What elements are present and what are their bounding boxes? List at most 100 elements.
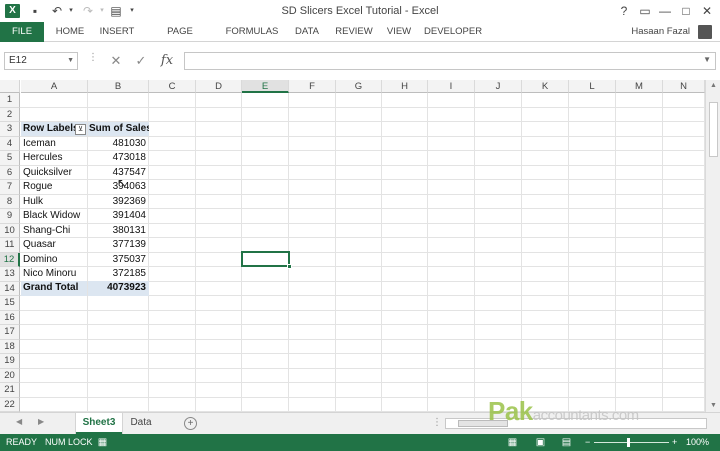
add-sheet-button[interactable]: + — [184, 417, 197, 430]
tab-formulas[interactable]: FORMULAS — [224, 22, 280, 42]
macro-recording-icon[interactable]: ▦ — [97, 437, 108, 448]
row-header-20[interactable]: 20 — [0, 368, 20, 383]
row-header-13[interactable]: 13 — [0, 267, 20, 282]
row-header-19[interactable]: 19 — [0, 354, 20, 369]
select-all-corner[interactable] — [0, 80, 20, 93]
user-name[interactable]: Hasaan Fazal — [631, 22, 690, 42]
split-grip-icon[interactable]: ⋮ — [432, 417, 442, 428]
pivot-grand-total-label[interactable]: Grand Total — [21, 281, 87, 296]
pivot-row-value[interactable]: 377139 — [88, 238, 149, 253]
chevron-down-icon[interactable]: ▼ — [67, 53, 74, 69]
row-header-8[interactable]: 8 — [0, 194, 20, 209]
pivot-filter-icon[interactable]: ⊻ — [75, 123, 86, 135]
maximize-button[interactable]: □ — [678, 3, 694, 19]
column-header-b[interactable]: B — [88, 80, 149, 93]
pivot-row-label[interactable]: Hercules — [21, 151, 87, 166]
row-header-9[interactable]: 9 — [0, 209, 20, 224]
help-button[interactable]: ? — [616, 3, 632, 19]
pivot-grand-total-value[interactable]: 4073923 — [88, 281, 149, 296]
row-header-16[interactable]: 16 — [0, 310, 20, 325]
row-header-5[interactable]: 5 — [0, 151, 20, 166]
tab-review[interactable]: REVIEW — [334, 22, 374, 42]
sheet-tab-sheet3[interactable]: Sheet3 — [76, 413, 122, 434]
vertical-scrollbar[interactable]: ▲ ▼ — [705, 80, 720, 412]
tab-insert[interactable]: INSERT — [97, 22, 137, 42]
row-header-12[interactable]: 12 — [0, 252, 20, 267]
column-header-j[interactable]: J — [475, 80, 522, 93]
pivot-row-label[interactable]: Domino — [21, 253, 87, 268]
row-header-14[interactable]: 14 — [0, 281, 20, 296]
scroll-up-icon[interactable]: ▲ — [706, 80, 720, 92]
column-header-k[interactable]: K — [522, 80, 569, 93]
pivot-row-value[interactable]: 473018 — [88, 151, 149, 166]
column-header-c[interactable]: C — [149, 80, 196, 93]
pivot-row-label[interactable]: Black Widow — [21, 209, 87, 224]
sheet-nav-prev-icon[interactable]: ◀ — [16, 417, 22, 426]
tab-view[interactable]: VIEW — [385, 22, 413, 42]
pivot-row-label[interactable]: Rogue — [21, 180, 87, 195]
pivot-row-label[interactable]: Quicksilver — [21, 166, 87, 181]
name-box[interactable]: E12 ▼ — [4, 52, 78, 70]
zoom-in-button[interactable]: + — [672, 434, 677, 451]
pivot-row-label[interactable]: Quasar — [21, 238, 87, 253]
column-header-l[interactable]: L — [569, 80, 616, 93]
zoom-level[interactable]: 100% — [686, 434, 709, 451]
normal-view-icon[interactable]: ▦ — [507, 437, 518, 448]
row-header-17[interactable]: 17 — [0, 325, 20, 340]
minimize-button[interactable]: — — [657, 3, 673, 19]
row-header-3[interactable]: 3 — [0, 122, 20, 137]
column-header-e[interactable]: E — [242, 80, 289, 93]
row-header-1[interactable]: 1 — [0, 93, 20, 108]
row-header-21[interactable]: 21 — [0, 383, 20, 398]
pivot-row-value[interactable]: 372185 — [88, 267, 149, 282]
formula-input[interactable]: ▼ — [184, 52, 716, 70]
row-header-6[interactable]: 6 — [0, 165, 20, 180]
tab-home[interactable]: HOME — [51, 22, 89, 42]
expand-formula-bar-icon[interactable]: ▼ — [703, 55, 711, 64]
scroll-down-icon[interactable]: ▼ — [706, 400, 720, 412]
pivot-row-value[interactable]: 380131 — [88, 224, 149, 239]
tab-page-layout[interactable]: PAGE LAYOUT — [148, 22, 212, 57]
vertical-scroll-thumb[interactable] — [709, 102, 718, 157]
column-header-n[interactable]: N — [663, 80, 705, 93]
sheet-tab-data[interactable]: Data — [124, 413, 158, 434]
pivot-row-label[interactable]: Hulk — [21, 195, 87, 210]
pivot-header-sum-of-sales[interactable]: Sum of Sales — [88, 121, 149, 136]
pivot-row-label[interactable]: Shang-Chi — [21, 224, 87, 239]
column-header-g[interactable]: G — [336, 80, 382, 93]
insert-function-icon[interactable]: fx — [157, 52, 177, 70]
row-header-15[interactable]: 15 — [0, 296, 20, 311]
close-button[interactable]: ✕ — [699, 3, 715, 19]
avatar[interactable] — [698, 25, 712, 39]
zoom-slider-thumb[interactable] — [627, 438, 630, 447]
column-header-d[interactable]: D — [196, 80, 242, 93]
pivot-row-value[interactable]: 481030 — [88, 137, 149, 152]
confirm-entry-icon[interactable]: ✓ — [131, 52, 151, 70]
tab-data[interactable]: DATA — [291, 22, 323, 42]
row-header-10[interactable]: 10 — [0, 223, 20, 238]
row-header-4[interactable]: 4 — [0, 136, 20, 151]
pivot-row-value[interactable]: 375037 — [88, 253, 149, 268]
zoom-out-button[interactable]: − — [585, 434, 590, 451]
pivot-row-value[interactable]: 391404 — [88, 209, 149, 224]
column-header-f[interactable]: F — [289, 80, 336, 93]
pivot-row-value[interactable]: 392369 — [88, 195, 149, 210]
formula-bar-grip-icon[interactable]: ⋮ — [88, 52, 98, 63]
row-header-2[interactable]: 2 — [0, 107, 20, 122]
page-break-preview-icon[interactable]: ▤ — [561, 437, 572, 448]
zoom-slider[interactable] — [594, 442, 669, 443]
row-header-18[interactable]: 18 — [0, 339, 20, 354]
column-header-m[interactable]: M — [616, 80, 663, 93]
active-cell-selection[interactable] — [241, 251, 292, 269]
column-header-h[interactable]: H — [382, 80, 428, 93]
tab-developer[interactable]: DEVELOPER — [424, 22, 482, 42]
fill-handle[interactable] — [287, 264, 292, 269]
row-header-7[interactable]: 7 — [0, 180, 20, 195]
column-header-a[interactable]: A — [21, 80, 88, 93]
ribbon-display-options-button[interactable]: ▭ — [637, 3, 653, 19]
pivot-row-label[interactable]: Iceman — [21, 137, 87, 152]
pivot-row-label[interactable]: Nico Minoru — [21, 267, 87, 282]
worksheet-grid[interactable]: ABCDEFGHIJKLMN 1 2 3 4 5 6 7 8 9 10 11 12 13 14 15 16 17… — [0, 80, 705, 412]
tab-file[interactable]: FILE — [0, 22, 44, 42]
cancel-entry-icon[interactable]: ✕ — [106, 52, 126, 70]
